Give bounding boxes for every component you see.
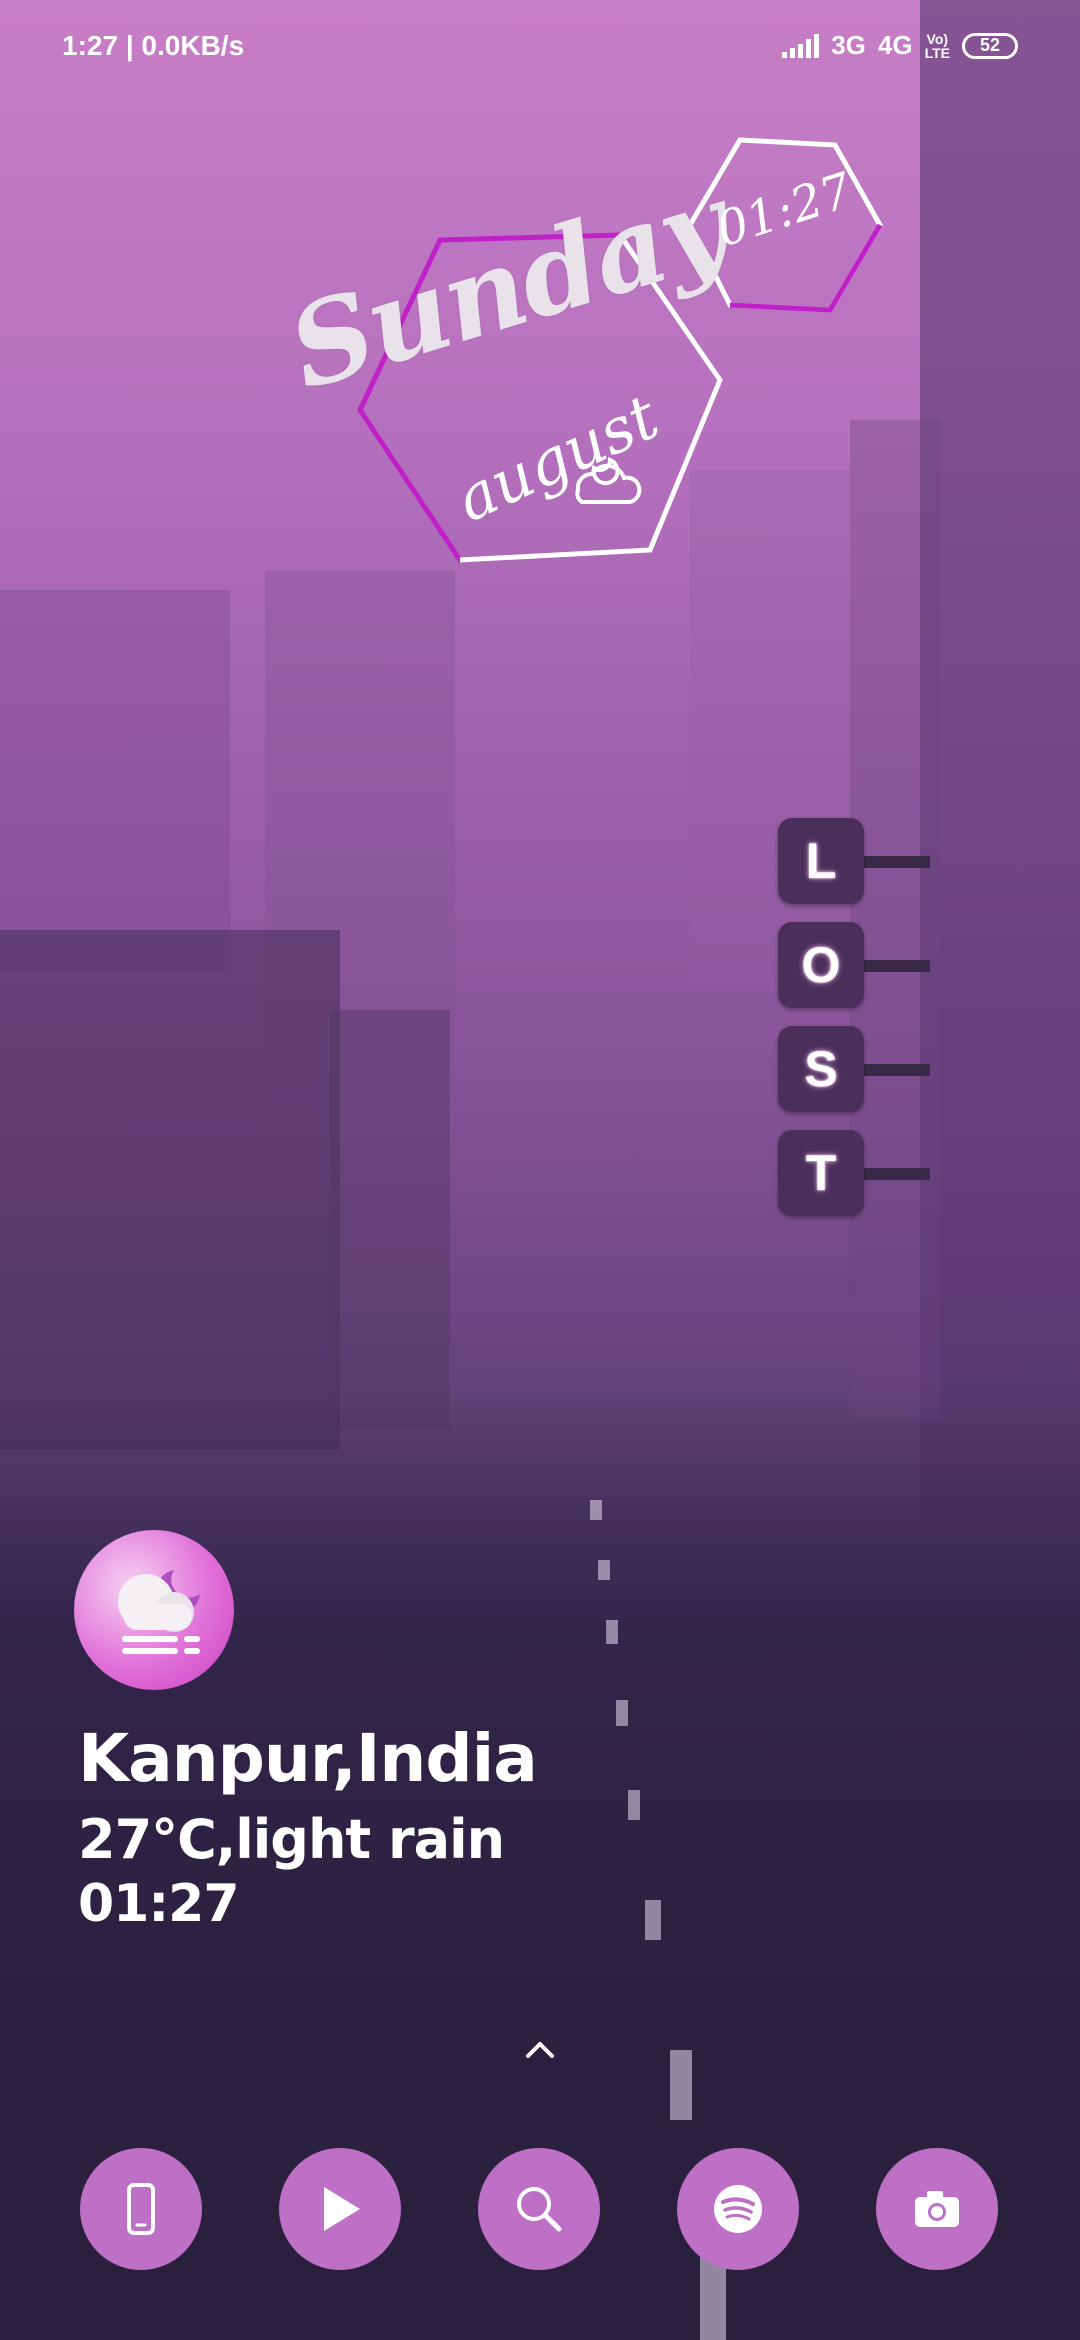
search-icon: [517, 2187, 562, 2232]
play-store-button[interactable]: [279, 2148, 401, 2270]
volte-line1: Vo): [926, 30, 949, 47]
play-store-icon: [324, 2187, 360, 2231]
battery-icon: 52: [962, 32, 1018, 59]
cloudy-night-fog-icon: [118, 1570, 200, 1654]
signal-icon: [782, 33, 820, 58]
app-drawer-chevron-icon[interactable]: [520, 2030, 560, 2070]
sign-letter-s: S: [778, 1026, 864, 1112]
sign-letter-o: O: [778, 922, 864, 1008]
network-4g-label: 4G: [877, 30, 913, 60]
sign-letter-l: L: [778, 818, 864, 904]
volte-line2: LTE: [924, 44, 950, 61]
status-bar: 1:27 | 0.0KB/s 3G 4G Vo) LTE 52: [0, 22, 1080, 82]
battery-level: 52: [979, 35, 1001, 55]
spotify-button[interactable]: [677, 2148, 799, 2270]
clock-widget[interactable]: Sunday august 01:27: [270, 130, 910, 580]
sign-letter-t: T: [778, 1130, 864, 1216]
status-time: 1:27 | 0.0KB/s: [62, 30, 245, 61]
weather-icon[interactable]: [74, 1530, 234, 1690]
phone-button[interactable]: [80, 2148, 202, 2270]
camera-button[interactable]: [876, 2148, 998, 2270]
weather-city: Kanpur,India: [78, 1720, 538, 1797]
spotify-icon: [714, 2185, 762, 2233]
phone-icon: [127, 2183, 155, 2235]
network-3g-label: 3G: [831, 30, 866, 60]
weather-time: 01:27: [78, 1874, 240, 1934]
volte-icon: Vo) LTE: [925, 32, 950, 60]
weather-condition: 27°C,light rain: [78, 1808, 505, 1871]
camera-icon: [915, 2191, 959, 2227]
search-button[interactable]: [478, 2148, 600, 2270]
home-screen: 1:27 | 0.0KB/s 3G 4G Vo) LTE 52 Sunday a…: [0, 0, 1080, 2340]
